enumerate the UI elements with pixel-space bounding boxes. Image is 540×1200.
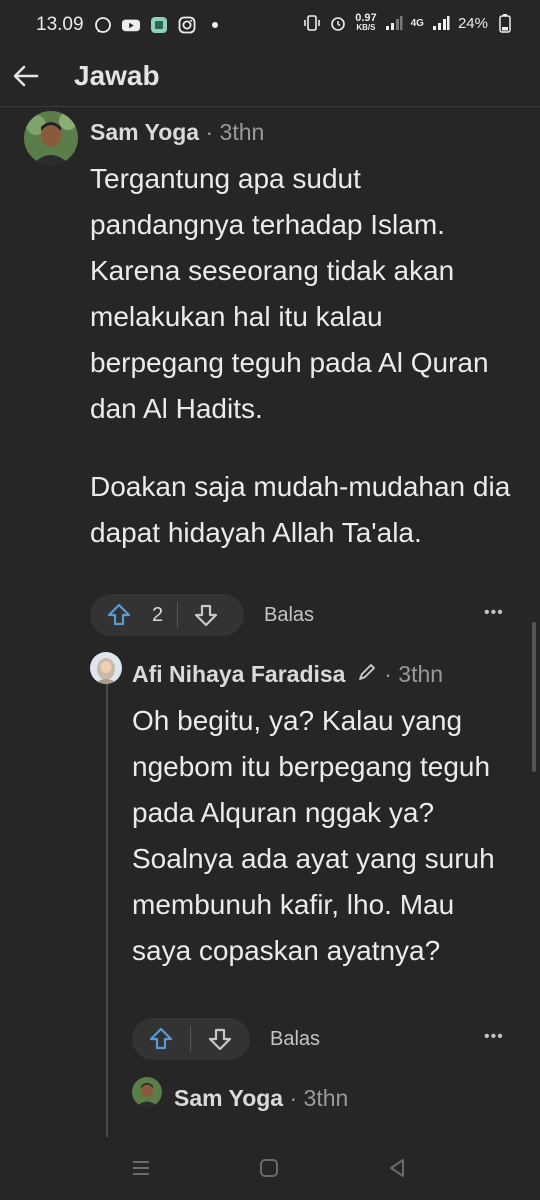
more-options-button[interactable]: ••• bbox=[484, 604, 504, 622]
timestamp: · 3thn bbox=[283, 1085, 349, 1111]
author-name[interactable]: Sam Yoga bbox=[90, 119, 199, 145]
comment-paragraph: Oh begitu, ya? Kalau yang ngebom itu ber… bbox=[132, 705, 495, 966]
battery-level: 24% bbox=[457, 14, 488, 32]
vote-control: 2 bbox=[90, 594, 244, 636]
home-icon[interactable] bbox=[258, 1157, 280, 1184]
vote-control bbox=[132, 1018, 250, 1060]
avatar[interactable] bbox=[90, 652, 122, 684]
back-arrow-icon[interactable] bbox=[10, 60, 42, 92]
comment-header: Sam Yoga · 3thn bbox=[174, 1085, 348, 1112]
data-rate: 0.97 KB/S bbox=[355, 12, 377, 33]
recent-apps-icon[interactable] bbox=[130, 1157, 152, 1184]
upvote-button[interactable] bbox=[90, 594, 148, 636]
signal-icon-2 bbox=[432, 14, 450, 32]
comment-header: Afi Nihaya Faradisa · 3thn bbox=[132, 661, 443, 689]
comment-paragraph: Doakan saja mudah-mudahan dia dapat hida… bbox=[90, 471, 511, 548]
more-options-button[interactable]: ••• bbox=[484, 1028, 504, 1046]
upvote-count: 2 bbox=[152, 603, 164, 626]
timestamp: · 3thn bbox=[199, 119, 265, 145]
author-name[interactable]: Sam Yoga bbox=[174, 1085, 283, 1111]
avatar[interactable] bbox=[24, 111, 78, 165]
downvote-icon bbox=[195, 604, 218, 627]
status-bar: 13.09 0.97 KB/S 4G 24% bbox=[0, 0, 540, 52]
reply-button[interactable]: Balas bbox=[270, 1028, 320, 1051]
upvote-icon bbox=[107, 603, 131, 626]
upvote-icon bbox=[149, 1027, 173, 1050]
upvote-button[interactable] bbox=[132, 1018, 190, 1060]
comment-body: Oh begitu, ya? Kalau yang ngebom itu ber… bbox=[132, 698, 517, 974]
downvote-icon bbox=[208, 1028, 232, 1051]
timestamp: · 3thn bbox=[377, 661, 444, 687]
thread-line bbox=[106, 655, 108, 1137]
back-icon[interactable] bbox=[386, 1157, 408, 1184]
reply-button[interactable]: Balas bbox=[264, 604, 314, 627]
youtube-icon bbox=[121, 16, 140, 34]
downvote-button[interactable] bbox=[191, 1018, 249, 1060]
author-name[interactable]: Afi Nihaya Faradisa bbox=[132, 661, 345, 687]
vibrate-icon bbox=[303, 14, 321, 32]
signal-icon bbox=[385, 14, 403, 32]
comment-body: Tergantung apa sudut pandangnya terhadap… bbox=[90, 156, 520, 556]
alarm-icon bbox=[329, 14, 347, 32]
downvote-button[interactable] bbox=[178, 594, 234, 636]
system-nav-bar bbox=[0, 1137, 540, 1200]
instagram-icon bbox=[178, 16, 196, 34]
comments-list[interactable]: Sam Yoga · 3thn Tergantung apa sudut pan… bbox=[0, 107, 540, 1137]
network-type: 4G bbox=[410, 17, 424, 29]
notification-dot-icon bbox=[206, 16, 224, 34]
avatar[interactable] bbox=[132, 1077, 162, 1107]
pencil-icon bbox=[356, 661, 378, 689]
battery-icon bbox=[496, 14, 514, 33]
app-header: Jawab bbox=[0, 52, 540, 107]
page-title: Jawab bbox=[74, 60, 160, 91]
comment-header: Sam Yoga · 3thn bbox=[90, 119, 264, 146]
comment-paragraph: Tergantung apa sudut pandangnya terhadap… bbox=[90, 163, 489, 424]
clock: 13.09 bbox=[36, 14, 84, 35]
app-icon bbox=[150, 16, 168, 34]
scrollbar[interactable] bbox=[532, 622, 536, 772]
whatsapp-icon bbox=[94, 16, 112, 34]
